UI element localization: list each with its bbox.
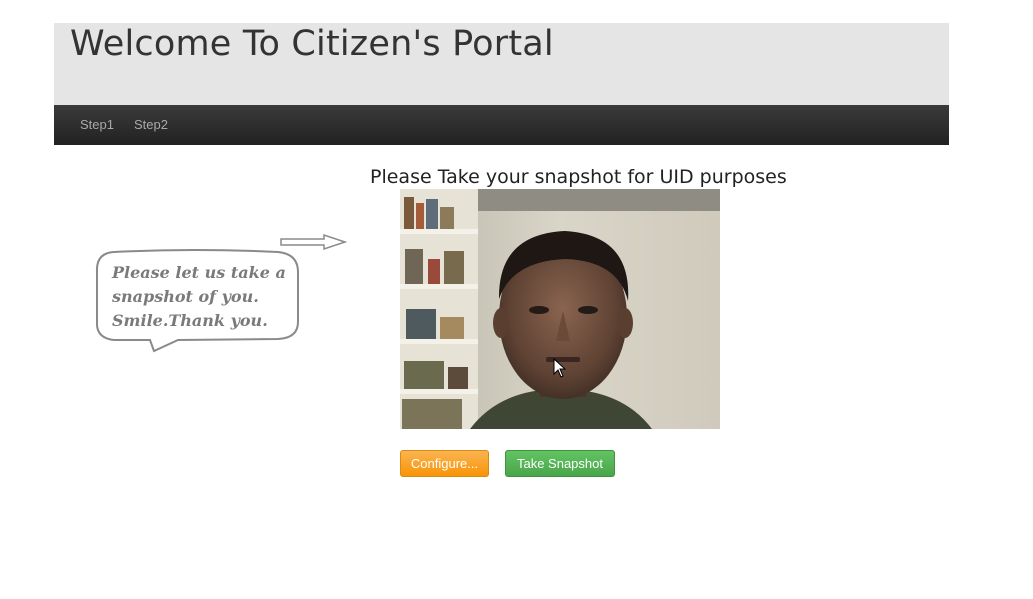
navbar: Step1 Step2 xyxy=(54,105,949,145)
speech-line-1: Please let us take a xyxy=(112,263,286,282)
page-title: Welcome To Citizen's Portal xyxy=(70,24,554,64)
speech-line-3: Smile.Thank you. xyxy=(112,311,268,330)
header-hero: Welcome To Citizen's Portal xyxy=(54,23,949,105)
take-snapshot-button[interactable]: Take Snapshot xyxy=(505,450,615,477)
snapshot-instruction: Please Take your snapshot for UID purpos… xyxy=(370,166,787,188)
configure-button[interactable]: Configure... xyxy=(400,450,489,477)
page: Welcome To Citizen's Portal Step1 Step2 … xyxy=(0,0,1033,599)
webcam-image xyxy=(400,189,720,429)
right-arrow-icon xyxy=(280,233,348,251)
webcam-preview[interactable] xyxy=(400,189,720,429)
speech-line-2: snapshot of you. xyxy=(112,287,259,306)
nav-item-step1[interactable]: Step1 xyxy=(80,117,114,132)
mouse-pointer-icon xyxy=(553,358,567,378)
nav-item-step2[interactable]: Step2 xyxy=(134,117,168,132)
speech-bubble-text: Please let us take a snapshot of you. Sm… xyxy=(112,261,292,333)
